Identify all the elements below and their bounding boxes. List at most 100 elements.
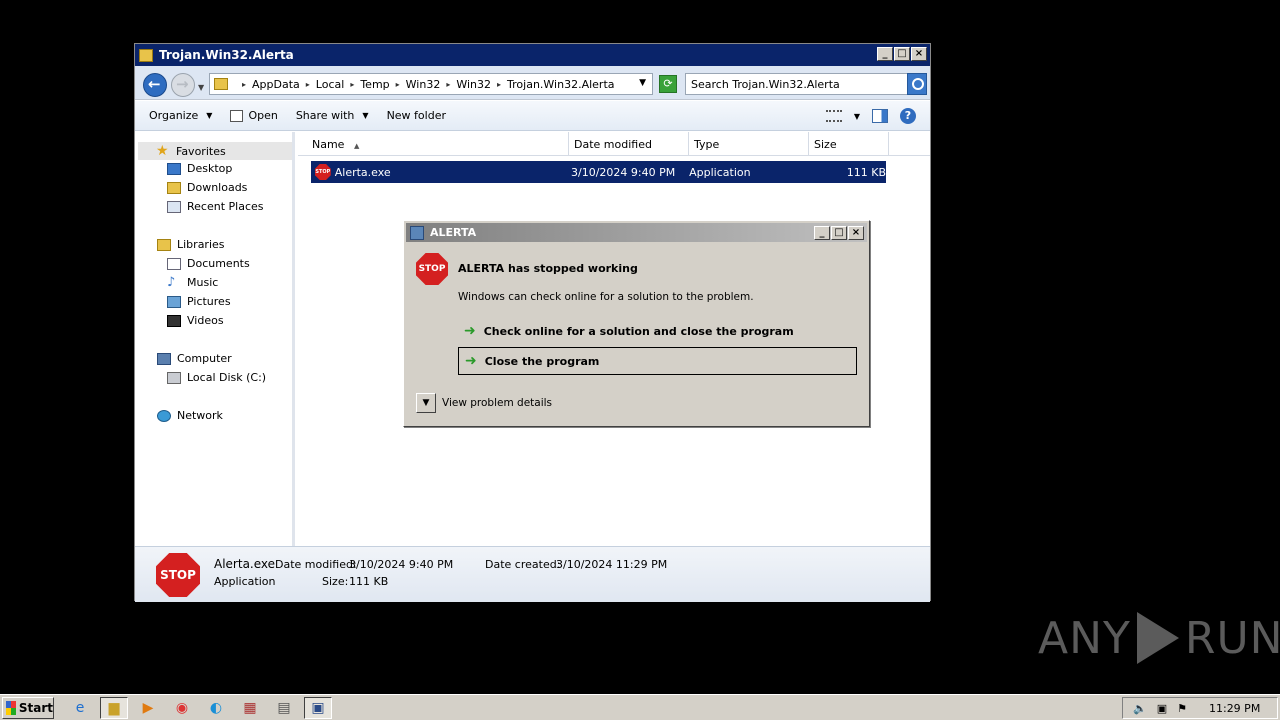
breadcrumb-item[interactable]: AppData (252, 78, 300, 91)
column-header-type[interactable]: Type (689, 132, 809, 156)
chevron-right-icon[interactable]: ▸ (242, 80, 246, 89)
clock[interactable]: 11:29 PM (1209, 702, 1260, 715)
music-icon: ♪ (167, 274, 176, 290)
alerta-task-icon[interactable]: ▣ (304, 696, 332, 719)
close-button[interactable]: × (848, 226, 864, 240)
start-label: Start (18, 700, 53, 715)
system-tray: 🔈 ▣ ⚑ 11:29 PM (1122, 697, 1278, 719)
sort-ascending-icon: ▲ (353, 142, 360, 150)
details-pane: STOP Alerta.exe Application Date modifie… (135, 546, 930, 602)
dialog-subtext: Windows can check online for a solution … (458, 291, 754, 303)
search-input[interactable]: Search Trojan.Win32.Alerta (685, 73, 909, 95)
view-problem-details[interactable]: ▼ View problem details (416, 393, 552, 413)
green-arrow-icon: ➜ (465, 353, 477, 369)
nav-label: Computer (177, 352, 232, 365)
organize-button[interactable]: Organize ▼ (149, 109, 212, 122)
chevron-right-icon[interactable]: ▸ (350, 80, 354, 89)
minimize-button[interactable]: _ (814, 226, 830, 240)
nav-documents[interactable]: Documents (167, 257, 250, 270)
dialog-title: ALERTA (430, 226, 477, 239)
view-options-dropdown-icon[interactable]: ▼ (854, 112, 860, 121)
nav-pictures[interactable]: Pictures (167, 295, 231, 308)
details-date-modified: 3/10/2024 9:40 PM (349, 558, 454, 571)
media-player-icon[interactable]: ▶ (134, 697, 162, 719)
column-header-size[interactable]: Size (809, 132, 889, 156)
check-online-button[interactable]: ➜ Check online for a solution and close … (458, 317, 857, 345)
chevron-down-icon[interactable]: ▼ (416, 393, 436, 413)
breadcrumb-item[interactable]: Local (316, 78, 345, 91)
flag-icon[interactable]: ⚑ (1177, 702, 1187, 715)
stop-sign-icon: STOP (156, 553, 200, 597)
dialog-titlebar[interactable]: ALERTA _ □ × (406, 223, 867, 242)
column-label: Size (814, 138, 837, 151)
nav-computer[interactable]: Computer (157, 352, 232, 365)
winrar-icon[interactable]: ▦ (236, 697, 264, 719)
chevron-down-icon: ▼ (362, 111, 369, 120)
organize-label: Organize (149, 109, 199, 122)
details-size-label: Size: (322, 575, 349, 588)
nav-desktop[interactable]: Desktop (167, 162, 232, 175)
nav-label: Local Disk (C:) (187, 371, 267, 384)
back-button[interactable] (143, 73, 167, 97)
watermark-right: RUN (1184, 612, 1280, 664)
network-status-icon[interactable]: ▣ (1157, 702, 1167, 715)
nav-music[interactable]: ♪ Music (167, 274, 218, 290)
edge-icon[interactable]: ◐ (202, 697, 230, 719)
error-dialog: ALERTA _ □ × STOP ALERTA has stopped wor… (403, 220, 870, 427)
documents-icon (167, 257, 181, 270)
nav-libraries[interactable]: Libraries (157, 238, 225, 251)
breadcrumb-item[interactable]: Win32 (456, 78, 491, 91)
green-arrow-icon: ➜ (464, 323, 476, 339)
column-label: Type (694, 138, 720, 151)
chrome-icon[interactable]: ◉ (168, 697, 196, 719)
breadcrumb[interactable]: ▸ AppData ▸ Local ▸ Temp ▸ Win32 ▸ Win32… (209, 73, 653, 95)
start-button[interactable]: Start (2, 696, 54, 719)
new-folder-button[interactable]: New folder (387, 109, 446, 122)
command-bar: Organize ▼ Open Share with ▼ New folder … (135, 101, 930, 131)
address-dropdown-icon[interactable]: ▼ (639, 78, 646, 88)
nav-local-disk[interactable]: Local Disk (C:) (167, 371, 266, 384)
chevron-right-icon[interactable]: ▸ (446, 80, 450, 89)
disk-drive-icon (167, 371, 181, 384)
task-app-icon[interactable]: ▤ (270, 697, 298, 719)
breadcrumb-item[interactable]: Win32 (406, 78, 441, 91)
change-view-icon[interactable] (825, 110, 842, 122)
explorer-titlebar[interactable]: Trojan.Win32.Alerta _ □ × (135, 44, 930, 66)
file-explorer-icon[interactable]: ▆ (100, 696, 128, 719)
nav-favorites[interactable]: ★ Favorites (138, 142, 292, 160)
search-icon[interactable] (907, 73, 927, 95)
nav-downloads[interactable]: Downloads (167, 181, 247, 194)
file-row[interactable]: STOP Alerta.exe 3/10/2024 9:40 PM Applic… (311, 161, 886, 183)
nav-label: Pictures (187, 295, 231, 308)
open-button[interactable]: Open (230, 109, 278, 122)
forward-button[interactable] (171, 73, 195, 97)
chevron-right-icon[interactable]: ▸ (306, 80, 310, 89)
refresh-icon[interactable]: ⟳ (659, 75, 677, 93)
internet-explorer-icon[interactable]: e (66, 697, 94, 719)
help-icon[interactable]: ? (900, 108, 916, 124)
nav-recent-places[interactable]: Recent Places (167, 200, 264, 213)
breadcrumb-item[interactable]: Trojan.Win32.Alerta (507, 78, 614, 91)
file-size: 111 KB (846, 165, 886, 179)
minimize-button[interactable]: _ (877, 47, 893, 61)
nav-network[interactable]: Network (157, 409, 223, 422)
maximize-button[interactable]: □ (831, 226, 847, 240)
nav-label: Recent Places (187, 200, 264, 213)
column-header-date-modified[interactable]: Date modified (569, 132, 689, 156)
column-header-name[interactable]: Name ▲ (298, 132, 569, 156)
nav-videos[interactable]: Videos (167, 314, 224, 327)
speaker-icon[interactable]: 🔈 (1133, 702, 1147, 715)
share-with-button[interactable]: Share with ▼ (296, 109, 369, 122)
preview-pane-icon[interactable] (872, 109, 888, 123)
close-program-button[interactable]: ➜ Close the program (458, 347, 857, 375)
windows-logo-icon (6, 700, 16, 715)
chevron-right-icon[interactable]: ▸ (497, 80, 501, 89)
chevron-right-icon[interactable]: ▸ (396, 80, 400, 89)
desktop-icon (167, 162, 181, 175)
recent-pages-dropdown-icon[interactable]: ▼ (198, 83, 204, 92)
share-with-label: Share with (295, 109, 355, 122)
breadcrumb-item[interactable]: Temp (360, 78, 389, 91)
close-button[interactable]: × (911, 47, 927, 61)
nav-label: Documents (187, 257, 250, 270)
maximize-button[interactable]: □ (894, 47, 910, 61)
